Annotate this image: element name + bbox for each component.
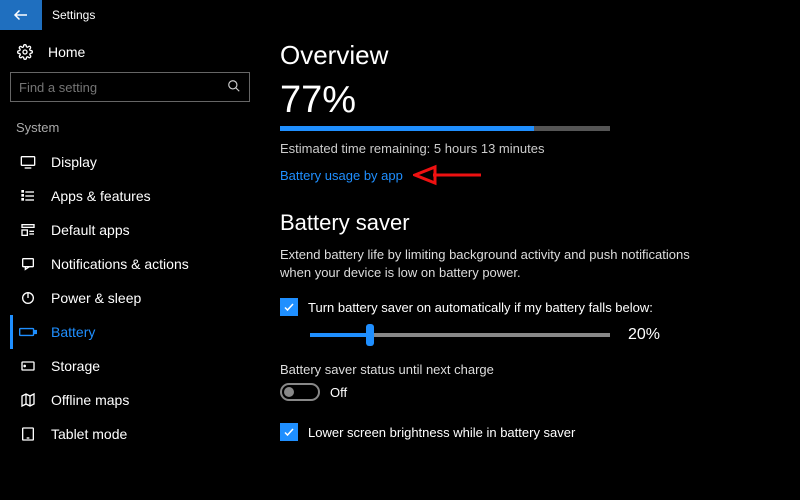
- sidebar-item-label: Storage: [51, 358, 100, 374]
- toggle-state-text: Off: [330, 385, 347, 400]
- search-box[interactable]: [10, 72, 250, 102]
- default-apps-icon: [19, 222, 37, 238]
- sidebar-item-label: Battery: [51, 324, 95, 340]
- sidebar-item-notifications[interactable]: Notifications & actions: [10, 247, 250, 281]
- sidebar-item-label: Notifications & actions: [51, 256, 189, 272]
- sidebar-item-default-apps[interactable]: Default apps: [10, 213, 250, 247]
- app-title: Settings: [42, 8, 95, 22]
- sidebar-item-label: Offline maps: [51, 392, 129, 408]
- search-icon: [227, 79, 241, 96]
- auto-saver-label: Turn battery saver on automatically if m…: [308, 300, 653, 315]
- content-pane: Overview 77% Estimated time remaining: 5…: [260, 30, 800, 500]
- map-icon: [19, 392, 37, 408]
- sidebar-item-storage[interactable]: Storage: [10, 349, 250, 383]
- tablet-icon: [19, 426, 37, 442]
- back-button[interactable]: [0, 0, 42, 30]
- sidebar: Home System Display Apps & features Defa…: [0, 30, 260, 500]
- slider-value: 20%: [628, 326, 660, 344]
- overview-heading: Overview: [280, 40, 770, 71]
- battery-saver-description: Extend battery life by limiting backgrou…: [280, 246, 700, 282]
- saver-status-toggle[interactable]: [280, 383, 320, 401]
- notification-icon: [19, 256, 37, 272]
- gear-icon: [16, 44, 34, 60]
- sidebar-home-label: Home: [48, 44, 85, 60]
- auto-saver-checkbox[interactable]: [280, 298, 298, 316]
- sidebar-home[interactable]: Home: [10, 38, 250, 72]
- battery-threshold-slider[interactable]: [310, 333, 610, 337]
- sidebar-item-label: Apps & features: [51, 188, 151, 204]
- toggle-knob: [284, 387, 294, 397]
- battery-bar-fill: [280, 126, 534, 131]
- battery-saver-heading: Battery saver: [280, 210, 770, 236]
- list-icon: [19, 188, 37, 204]
- annotation-arrow-icon: [413, 164, 483, 186]
- sidebar-item-label: Default apps: [51, 222, 130, 238]
- saver-status-label: Battery saver status until next charge: [280, 362, 770, 377]
- check-icon: [283, 426, 295, 438]
- battery-eta: Estimated time remaining: 5 hours 13 min…: [280, 141, 770, 156]
- arrow-left-icon: [12, 6, 30, 24]
- title-bar: Settings: [0, 0, 800, 30]
- search-input[interactable]: [19, 80, 227, 95]
- monitor-icon: [19, 154, 37, 170]
- slider-knob[interactable]: [366, 324, 374, 346]
- sidebar-item-apps[interactable]: Apps & features: [10, 179, 250, 213]
- sidebar-item-label: Tablet mode: [51, 426, 127, 442]
- battery-icon: [19, 324, 37, 340]
- sidebar-item-battery[interactable]: Battery: [10, 315, 250, 349]
- storage-icon: [19, 358, 37, 374]
- sidebar-item-label: Display: [51, 154, 97, 170]
- battery-bar: [280, 126, 610, 131]
- lower-brightness-label: Lower screen brightness while in battery…: [308, 425, 575, 440]
- sidebar-item-power-sleep[interactable]: Power & sleep: [10, 281, 250, 315]
- sidebar-group-label: System: [10, 116, 250, 145]
- battery-usage-link[interactable]: Battery usage by app: [280, 168, 403, 183]
- sidebar-item-display[interactable]: Display: [10, 145, 250, 179]
- sidebar-item-offline-maps[interactable]: Offline maps: [10, 383, 250, 417]
- power-icon: [19, 290, 37, 306]
- slider-fill: [310, 333, 370, 337]
- check-icon: [283, 301, 295, 313]
- sidebar-item-label: Power & sleep: [51, 290, 141, 306]
- sidebar-item-tablet-mode[interactable]: Tablet mode: [10, 417, 250, 451]
- lower-brightness-checkbox[interactable]: [280, 423, 298, 441]
- battery-percent: 77%: [280, 79, 770, 122]
